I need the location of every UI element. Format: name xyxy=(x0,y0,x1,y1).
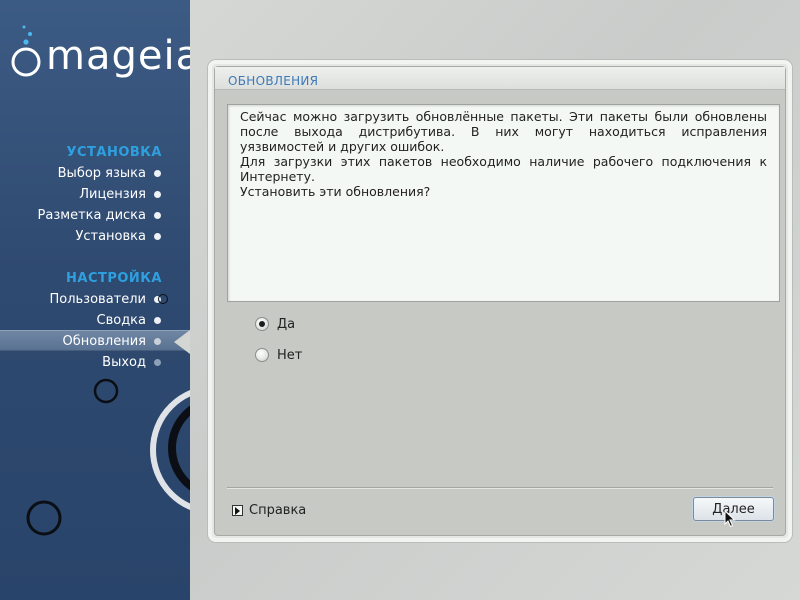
help-expander[interactable]: Справка xyxy=(232,501,306,519)
decor-ring-icon xyxy=(158,294,168,304)
sidebar-step-language: Выбор языка xyxy=(0,163,190,184)
radio-button-checked-icon[interactable] xyxy=(255,317,269,331)
step-done-dot-icon xyxy=(154,317,161,324)
radio-option-yes[interactable]: Да xyxy=(255,315,295,333)
radio-label-no: Нет xyxy=(277,347,303,363)
section-title-configure: НАСТРОЙКА xyxy=(66,271,162,286)
step-label: Установка xyxy=(75,229,146,244)
step-label: Обновления xyxy=(62,334,146,349)
current-step-pointer-icon xyxy=(174,330,190,354)
brand-wordmark: mageia xyxy=(46,33,190,79)
message-textview[interactable]: Сейчас можно загрузить обновлённые пакет… xyxy=(227,104,780,302)
step-label: Пользователи xyxy=(49,292,146,307)
step-label: Сводка xyxy=(96,313,147,328)
step-pending-dot-icon xyxy=(154,359,161,366)
step-done-dot-icon xyxy=(154,170,161,177)
sidebar-step-partitioning: Разметка диска xyxy=(0,205,190,226)
radio-label-yes: Да xyxy=(277,316,296,332)
button-area-divider xyxy=(227,487,773,489)
installer-sidebar: mageia УСТАНОВКА Выбор языка Лицензия Ра… xyxy=(0,0,190,600)
step-current-dot-icon xyxy=(154,338,161,345)
mouse-pointer-icon xyxy=(724,510,736,528)
sidebar-step-users: Пользователи xyxy=(0,289,190,310)
updates-dialog: ОБНОВЛЕНИЯ Сейчас можно загрузить обновл… xyxy=(208,60,792,542)
step-done-dot-icon xyxy=(154,212,161,219)
sidebar-step-updates: Обновления xyxy=(0,330,190,351)
sidebar-step-summary: Сводка xyxy=(0,310,190,331)
section-title-install: УСТАНОВКА xyxy=(66,145,162,160)
radio-button-unchecked-icon[interactable] xyxy=(255,348,269,362)
step-label: Лицензия xyxy=(79,187,146,202)
dialog-header: ОБНОВЛЕНИЯ xyxy=(215,67,785,90)
step-label: Разметка диска xyxy=(37,208,146,223)
step-done-dot-icon xyxy=(154,191,161,198)
sidebar-step-install: Установка xyxy=(0,226,190,247)
step-label: Выбор языка xyxy=(57,166,146,181)
expand-triangle-icon[interactable] xyxy=(232,504,243,516)
message-paragraph: Для загрузки этих пакетов необходимо нал… xyxy=(240,154,767,184)
help-label: Справка xyxy=(249,502,307,518)
dialog-body: ОБНОВЛЕНИЯ Сейчас можно загрузить обновл… xyxy=(214,66,786,536)
step-label: Выход xyxy=(102,355,146,370)
dialog-title: ОБНОВЛЕНИЯ xyxy=(228,74,319,88)
step-done-dot-icon xyxy=(154,233,161,240)
sidebar-step-exit: Выход xyxy=(0,352,190,373)
message-question: Установить эти обновления? xyxy=(240,184,431,199)
sidebar-step-license: Лицензия xyxy=(0,184,190,205)
message-paragraph: Сейчас можно загрузить обновлённые пакет… xyxy=(240,109,767,154)
radio-option-no[interactable]: Нет xyxy=(255,346,302,364)
